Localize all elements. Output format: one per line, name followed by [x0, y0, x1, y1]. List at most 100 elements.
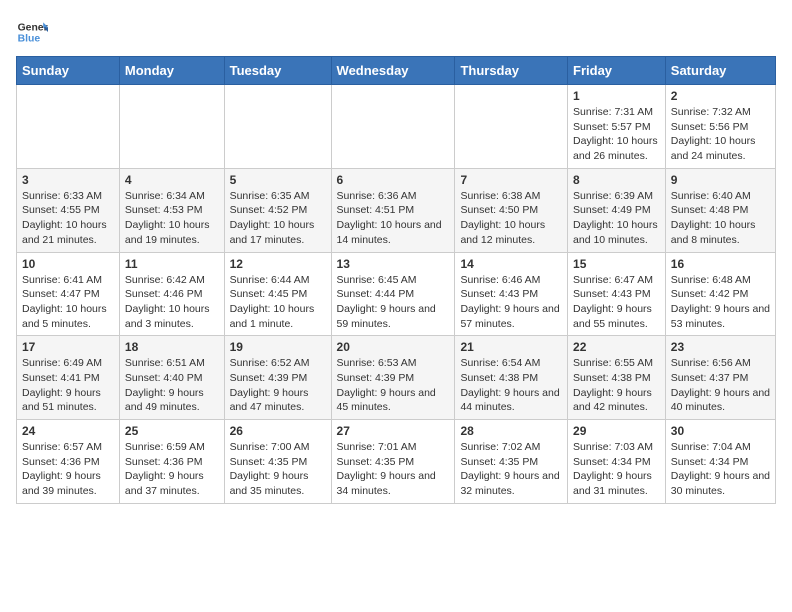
day-number: 26: [230, 424, 326, 438]
day-number: 12: [230, 257, 326, 271]
calendar-week-2: 3Sunrise: 6:33 AM Sunset: 4:55 PM Daylig…: [17, 168, 776, 252]
calendar-cell: 13Sunrise: 6:45 AM Sunset: 4:44 PM Dayli…: [331, 252, 455, 336]
calendar-cell: 22 Sunrise: 6:55 AM Sunset: 4:38 PM Dayli…: [568, 336, 666, 420]
calendar-cell: 18 Sunrise: 6:51 AM Sunset: 4:40 PM Dayli…: [119, 336, 224, 420]
day-number: 22: [573, 340, 660, 354]
day-info: Sunrise: 6:54 AM Sunset: 4:38 PM Dayligh…: [460, 356, 562, 415]
day-info: Sunrise: 6:47 AM Sunset: 4:43 PM Dayligh…: [573, 273, 660, 332]
day-number: 19: [230, 340, 326, 354]
calendar-cell: 14 Sunrise: 6:46 AM Sunset: 4:43 PM Dayli…: [455, 252, 568, 336]
calendar-cell: 21Sunrise: 6:54 AM Sunset: 4:38 PM Dayli…: [455, 336, 568, 420]
day-number: 2: [671, 89, 770, 103]
day-info: Sunrise: 7:32 AM Sunset: 5:56 PM Dayligh…: [671, 105, 770, 164]
calendar-cell: 10 Sunrise: 6:41 AM Sunset: 4:47 PM Dayli…: [17, 252, 120, 336]
day-info: Sunrise: 6:56 AM Sunset: 4:37 PM Dayligh…: [671, 356, 770, 415]
calendar-header-row: SundayMondayTuesdayWednesdayThursdayFrid…: [17, 57, 776, 85]
calendar-week-1: 1 Sunrise: 7:31 AM Sunset: 5:57 PM Daylig…: [17, 85, 776, 169]
day-number: 4: [125, 173, 219, 187]
logo-icon: General Blue: [16, 16, 48, 48]
day-header-thursday: Thursday: [455, 57, 568, 85]
day-number: 23: [671, 340, 770, 354]
calendar-cell: [455, 85, 568, 169]
day-info: Sunrise: 6:45 AM Sunset: 4:44 PM Dayligh…: [337, 273, 450, 332]
calendar-cell: 8Sunrise: 6:39 AM Sunset: 4:49 PM Daylig…: [568, 168, 666, 252]
day-info: Sunrise: 7:00 AM Sunset: 4:35 PM Dayligh…: [230, 440, 326, 499]
calendar-cell: 29 Sunrise: 7:03 AM Sunset: 4:34 PM Dayli…: [568, 420, 666, 504]
calendar-cell: [331, 85, 455, 169]
calendar-cell: 20 Sunrise: 6:53 AM Sunset: 4:39 PM Dayli…: [331, 336, 455, 420]
calendar-cell: 7 Sunrise: 6:38 AM Sunset: 4:50 PM Daylig…: [455, 168, 568, 252]
day-number: 14: [460, 257, 562, 271]
day-number: 17: [22, 340, 114, 354]
calendar-table: SundayMondayTuesdayWednesdayThursdayFrid…: [16, 56, 776, 504]
day-header-tuesday: Tuesday: [224, 57, 331, 85]
day-number: 20: [337, 340, 450, 354]
day-number: 6: [337, 173, 450, 187]
day-info: Sunrise: 6:55 AM Sunset: 4:38 PM Dayligh…: [573, 356, 660, 415]
calendar-cell: 9 Sunrise: 6:40 AM Sunset: 4:48 PM Daylig…: [665, 168, 775, 252]
day-number: 3: [22, 173, 114, 187]
day-info: Sunrise: 6:35 AM Sunset: 4:52 PM Dayligh…: [230, 189, 326, 248]
calendar-cell: 16 Sunrise: 6:48 AM Sunset: 4:42 PM Dayli…: [665, 252, 775, 336]
day-info: Sunrise: 6:49 AM Sunset: 4:41 PM Dayligh…: [22, 356, 114, 415]
day-number: 7: [460, 173, 562, 187]
day-info: Sunrise: 7:02 AM Sunset: 4:35 PM Dayligh…: [460, 440, 562, 499]
calendar-week-4: 17 Sunrise: 6:49 AM Sunset: 4:41 PM Dayli…: [17, 336, 776, 420]
calendar-cell: 24 Sunrise: 6:57 AM Sunset: 4:36 PM Dayli…: [17, 420, 120, 504]
day-number: 29: [573, 424, 660, 438]
day-header-monday: Monday: [119, 57, 224, 85]
day-info: Sunrise: 6:38 AM Sunset: 4:50 PM Dayligh…: [460, 189, 562, 248]
day-number: 11: [125, 257, 219, 271]
day-info: Sunrise: 7:04 AM Sunset: 4:34 PM Dayligh…: [671, 440, 770, 499]
day-info: Sunrise: 6:53 AM Sunset: 4:39 PM Dayligh…: [337, 356, 450, 415]
calendar-cell: 23 Sunrise: 6:56 AM Sunset: 4:37 PM Dayli…: [665, 336, 775, 420]
day-header-wednesday: Wednesday: [331, 57, 455, 85]
calendar-cell: [17, 85, 120, 169]
day-info: Sunrise: 6:41 AM Sunset: 4:47 PM Dayligh…: [22, 273, 114, 332]
calendar-cell: 12Sunrise: 6:44 AM Sunset: 4:45 PM Dayli…: [224, 252, 331, 336]
calendar-cell: 2 Sunrise: 7:32 AM Sunset: 5:56 PM Daylig…: [665, 85, 775, 169]
day-info: Sunrise: 6:36 AM Sunset: 4:51 PM Dayligh…: [337, 189, 450, 248]
calendar-cell: 17 Sunrise: 6:49 AM Sunset: 4:41 PM Dayli…: [17, 336, 120, 420]
day-info: Sunrise: 6:46 AM Sunset: 4:43 PM Dayligh…: [460, 273, 562, 332]
day-info: Sunrise: 6:59 AM Sunset: 4:36 PM Dayligh…: [125, 440, 219, 499]
calendar-cell: 6 Sunrise: 6:36 AM Sunset: 4:51 PM Daylig…: [331, 168, 455, 252]
calendar-cell: 19 Sunrise: 6:52 AM Sunset: 4:39 PM Dayli…: [224, 336, 331, 420]
day-info: Sunrise: 6:42 AM Sunset: 4:46 PM Dayligh…: [125, 273, 219, 332]
day-number: 24: [22, 424, 114, 438]
calendar-week-5: 24 Sunrise: 6:57 AM Sunset: 4:36 PM Dayli…: [17, 420, 776, 504]
calendar-cell: 15 Sunrise: 6:47 AM Sunset: 4:43 PM Dayli…: [568, 252, 666, 336]
calendar-cell: 26 Sunrise: 7:00 AM Sunset: 4:35 PM Dayli…: [224, 420, 331, 504]
calendar-cell: 11 Sunrise: 6:42 AM Sunset: 4:46 PM Dayli…: [119, 252, 224, 336]
day-info: Sunrise: 6:51 AM Sunset: 4:40 PM Dayligh…: [125, 356, 219, 415]
day-number: 30: [671, 424, 770, 438]
day-info: Sunrise: 6:57 AM Sunset: 4:36 PM Dayligh…: [22, 440, 114, 499]
day-number: 9: [671, 173, 770, 187]
day-number: 18: [125, 340, 219, 354]
day-info: Sunrise: 7:31 AM Sunset: 5:57 PM Dayligh…: [573, 105, 660, 164]
calendar-cell: [119, 85, 224, 169]
calendar-cell: 1 Sunrise: 7:31 AM Sunset: 5:57 PM Daylig…: [568, 85, 666, 169]
day-header-friday: Friday: [568, 57, 666, 85]
day-number: 10: [22, 257, 114, 271]
day-info: Sunrise: 6:39 AM Sunset: 4:49 PM Dayligh…: [573, 189, 660, 248]
day-info: Sunrise: 7:03 AM Sunset: 4:34 PM Dayligh…: [573, 440, 660, 499]
calendar-cell: 25 Sunrise: 6:59 AM Sunset: 4:36 PM Dayli…: [119, 420, 224, 504]
logo: General Blue: [16, 16, 48, 48]
calendar-cell: 27Sunrise: 7:01 AM Sunset: 4:35 PM Dayli…: [331, 420, 455, 504]
day-info: Sunrise: 6:48 AM Sunset: 4:42 PM Dayligh…: [671, 273, 770, 332]
calendar-cell: 5Sunrise: 6:35 AM Sunset: 4:52 PM Daylig…: [224, 168, 331, 252]
day-number: 16: [671, 257, 770, 271]
day-number: 1: [573, 89, 660, 103]
calendar-cell: 28 Sunrise: 7:02 AM Sunset: 4:35 PM Dayli…: [455, 420, 568, 504]
calendar-week-3: 10 Sunrise: 6:41 AM Sunset: 4:47 PM Dayli…: [17, 252, 776, 336]
day-info: Sunrise: 7:01 AM Sunset: 4:35 PM Dayligh…: [337, 440, 450, 499]
day-info: Sunrise: 6:40 AM Sunset: 4:48 PM Dayligh…: [671, 189, 770, 248]
day-number: 15: [573, 257, 660, 271]
day-info: Sunrise: 6:52 AM Sunset: 4:39 PM Dayligh…: [230, 356, 326, 415]
day-header-saturday: Saturday: [665, 57, 775, 85]
day-number: 25: [125, 424, 219, 438]
page-header: General Blue: [16, 16, 776, 48]
day-number: 28: [460, 424, 562, 438]
calendar-cell: 4Sunrise: 6:34 AM Sunset: 4:53 PM Daylig…: [119, 168, 224, 252]
